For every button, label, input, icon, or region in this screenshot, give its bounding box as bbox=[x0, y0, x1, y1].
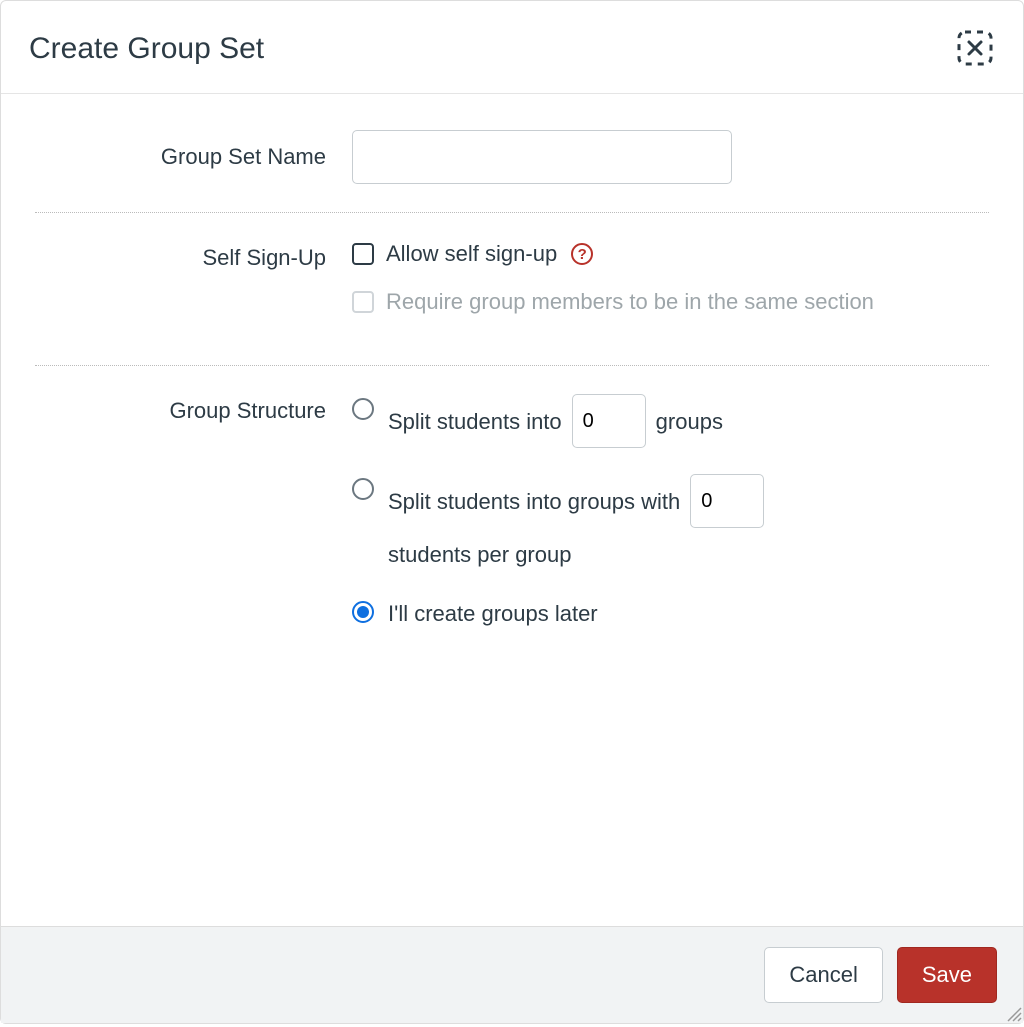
group-structure-label: Group Structure bbox=[169, 398, 326, 423]
section-self-sign-up: Self Sign-Up Allow self sign-up ? Requir… bbox=[35, 241, 989, 366]
section-group-structure: Group Structure Split students into grou… bbox=[35, 394, 989, 684]
modal-title: Create Group Set bbox=[29, 32, 264, 66]
create-later-radio[interactable] bbox=[352, 601, 374, 623]
split-into-prefix: Split students into bbox=[388, 405, 562, 438]
split-into-groups-row: Split students into groups bbox=[352, 394, 989, 448]
require-same-section-row: Require group members to be in the same … bbox=[352, 289, 989, 315]
help-icon[interactable]: ? bbox=[571, 243, 593, 265]
save-button[interactable]: Save bbox=[897, 947, 997, 1003]
group-set-name-input[interactable] bbox=[352, 130, 732, 184]
close-button[interactable] bbox=[955, 29, 995, 69]
split-into-suffix: groups bbox=[656, 405, 723, 438]
allow-self-sign-up-checkbox[interactable] bbox=[352, 243, 374, 265]
section-group-set-name: Group Set Name bbox=[35, 130, 989, 213]
modal-header: Create Group Set bbox=[1, 1, 1023, 94]
create-later-row: I'll create groups later bbox=[352, 597, 989, 630]
split-with-students-input[interactable] bbox=[690, 474, 764, 528]
split-with-suffix: students per group bbox=[388, 538, 571, 571]
allow-self-sign-up-label: Allow self sign-up bbox=[386, 241, 557, 267]
split-with-prefix: Split students into groups with bbox=[388, 485, 680, 518]
split-with-students-radio[interactable] bbox=[352, 478, 374, 500]
split-with-students-row: Split students into groups with students… bbox=[352, 474, 989, 571]
split-into-groups-input[interactable] bbox=[572, 394, 646, 448]
split-into-groups-radio[interactable] bbox=[352, 398, 374, 420]
create-later-label: I'll create groups later bbox=[388, 597, 598, 630]
allow-self-sign-up-row: Allow self sign-up ? bbox=[352, 241, 989, 267]
cancel-button[interactable]: Cancel bbox=[764, 947, 882, 1003]
create-group-set-modal: Create Group Set Group Set Name Self Sig… bbox=[0, 0, 1024, 1024]
require-same-section-label: Require group members to be in the same … bbox=[386, 289, 874, 315]
modal-footer: Cancel Save bbox=[1, 926, 1023, 1023]
require-same-section-checkbox bbox=[352, 291, 374, 313]
modal-body: Group Set Name Self Sign-Up Allow self s… bbox=[1, 94, 1023, 926]
close-icon bbox=[956, 29, 994, 70]
group-set-name-label: Group Set Name bbox=[161, 144, 326, 169]
self-sign-up-label: Self Sign-Up bbox=[202, 245, 326, 270]
